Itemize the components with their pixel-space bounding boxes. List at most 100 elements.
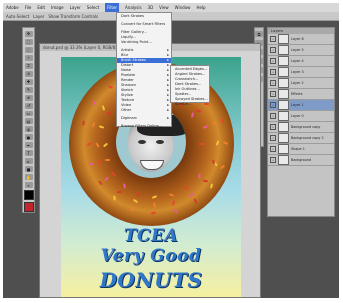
brush-strokes-item[interactable]: Sumi-e... <box>171 102 209 107</box>
foreground-color-swatch[interactable] <box>23 190 34 200</box>
sprinkle <box>92 100 97 106</box>
layer-thumbnail <box>278 111 289 121</box>
filter-menu-item-label: Noise <box>121 68 131 72</box>
layer-row[interactable]: • Shape 1 <box>268 144 334 155</box>
sprinkle <box>196 109 202 113</box>
move-tool-icon[interactable]: ✥ <box>24 31 33 37</box>
layer-name: Shape 1 <box>291 147 305 151</box>
filter-menu-item-label: Pixelate <box>121 73 136 77</box>
visibility-eye-icon[interactable]: • <box>270 80 276 86</box>
menu-3d[interactable]: 3D <box>148 3 154 12</box>
layer-row[interactable]: • Layer 0 <box>268 111 334 122</box>
sprinkle <box>98 159 101 165</box>
option-show-transform-controls[interactable]: Show Transform Controls <box>48 12 98 21</box>
grin <box>140 160 164 170</box>
lasso-tool-icon[interactable]: ◌ <box>24 46 33 53</box>
layer-row[interactable]: • Layer 2 <box>268 78 334 89</box>
menu-help[interactable]: Help <box>196 3 205 12</box>
layer-name: Background <box>291 158 312 162</box>
type-tool-icon[interactable]: T <box>24 150 33 157</box>
gradient-tool-icon[interactable]: ▤ <box>24 118 33 125</box>
filter-menu-item-label: Vanishing Point... <box>121 40 152 44</box>
visibility-eye-icon[interactable]: • <box>270 157 276 163</box>
visibility-eye-icon[interactable]: • <box>270 146 276 152</box>
visibility-eye-icon[interactable]: • <box>270 91 276 97</box>
sprinkle <box>86 141 93 147</box>
sprinkle <box>193 198 198 205</box>
filter-menu-item[interactable]: Browse Filters Online... <box>117 124 171 129</box>
sprinkle <box>151 195 158 199</box>
background-color-swatch[interactable] <box>23 202 34 212</box>
healing-tool-icon[interactable]: ✚ <box>24 78 33 85</box>
canvas-text-line-1: TCEA <box>123 226 179 246</box>
dodge-tool-icon[interactable]: ● <box>24 134 33 141</box>
blur-tool-icon[interactable]: ◍ <box>24 126 33 133</box>
sprinkle <box>199 143 204 145</box>
layer-row[interactable]: • Background copy <box>268 122 334 133</box>
layer-name: Layer 3 <box>291 70 304 74</box>
sprinkle <box>130 206 135 212</box>
layer-thumbnail <box>278 100 289 110</box>
eraser-tool-icon[interactable]: ▭ <box>24 110 33 117</box>
sprinkle <box>111 171 117 177</box>
sprinkle <box>168 193 174 197</box>
filter-menu-item-label: Render <box>121 78 134 82</box>
visibility-eye-icon[interactable]: • <box>270 36 276 42</box>
layer-name: Layer 4 <box>291 59 304 63</box>
visibility-eye-icon[interactable]: • <box>270 135 276 141</box>
layer-name: Layer 0 <box>291 114 304 118</box>
filter-menu-item-label: Digimarc <box>121 116 138 120</box>
layer-name: Background copy 2 <box>291 136 324 140</box>
path-selection-tool-icon[interactable]: ▸ <box>24 158 33 165</box>
visibility-eye-icon[interactable]: • <box>270 124 276 130</box>
sprinkle <box>132 199 139 204</box>
marquee-tool-icon[interactable]: ⬚ <box>24 38 33 45</box>
layer-row[interactable]: • Effects <box>268 89 334 100</box>
photoshop-window: Adobe File Edit Image Layer Select Filter Analy… <box>3 3 339 298</box>
brush-tool-icon[interactable]: ✎ <box>24 86 33 93</box>
menu-analysis[interactable]: Analysis <box>125 3 141 12</box>
sprinkle <box>184 185 189 191</box>
eyedropper-tool-icon[interactable]: ⊘ <box>24 70 33 77</box>
filter-menu-item-label: Dark Strokes <box>121 14 144 18</box>
menu-filter[interactable]: Filter <box>105 3 120 12</box>
crop-tool-icon[interactable]: ⌗ <box>24 62 33 69</box>
clone-stamp-tool-icon[interactable]: ⊕ <box>24 94 33 101</box>
sprinkle <box>98 125 104 130</box>
visibility-eye-icon[interactable]: • <box>270 58 276 64</box>
pen-tool-icon[interactable]: ✒ <box>24 142 33 149</box>
layer-row[interactable]: • Layer 5 <box>268 45 334 56</box>
layer-row[interactable]: • Background <box>268 155 334 166</box>
layer-name: Layer 6 <box>291 37 304 41</box>
layer-row[interactable]: • Layer 1 <box>268 100 334 111</box>
visibility-eye-icon[interactable]: • <box>270 113 276 119</box>
option-layer[interactable]: Layer <box>33 12 44 21</box>
menu-view[interactable]: View <box>159 3 169 12</box>
layer-row[interactable]: • Layer 6 <box>268 34 334 45</box>
layer-row[interactable]: • Background copy 2 <box>268 133 334 144</box>
history-brush-tool-icon[interactable]: ↺ <box>24 102 33 109</box>
layer-row[interactable]: • Layer 3 <box>268 67 334 78</box>
filter-menu-item-label: Sketch <box>121 88 134 92</box>
sprinkle <box>203 179 209 183</box>
sprinkle <box>95 141 100 148</box>
zoom-tool-icon[interactable]: ⌕ <box>24 182 33 189</box>
filter-menu-item-label: Filter Gallery... <box>121 30 147 34</box>
shape-tool-icon[interactable]: ■ <box>24 166 33 173</box>
layer-thumbnail <box>278 78 289 88</box>
visibility-eye-icon[interactable]: • <box>270 69 276 75</box>
filter-menu-item-label: Artistic <box>121 48 134 52</box>
history-panel-icon[interactable]: ⧉ <box>255 31 263 37</box>
visibility-eye-icon[interactable]: • <box>270 47 276 53</box>
magic-wand-tool-icon[interactable]: ✧ <box>24 54 33 61</box>
sprinkle <box>220 164 226 169</box>
option-auto-select[interactable]: Auto-Select <box>6 12 29 21</box>
visibility-eye-icon[interactable]: • <box>270 102 276 108</box>
layer-thumbnail <box>278 34 289 44</box>
layer-row[interactable]: • Layer 4 <box>268 56 334 67</box>
hand-tool-icon[interactable]: ✋ <box>24 174 33 181</box>
layer-name: Effects <box>291 92 303 96</box>
sprinkle <box>101 104 106 111</box>
sprinkle <box>172 208 178 213</box>
menu-window[interactable]: Window <box>175 3 191 12</box>
